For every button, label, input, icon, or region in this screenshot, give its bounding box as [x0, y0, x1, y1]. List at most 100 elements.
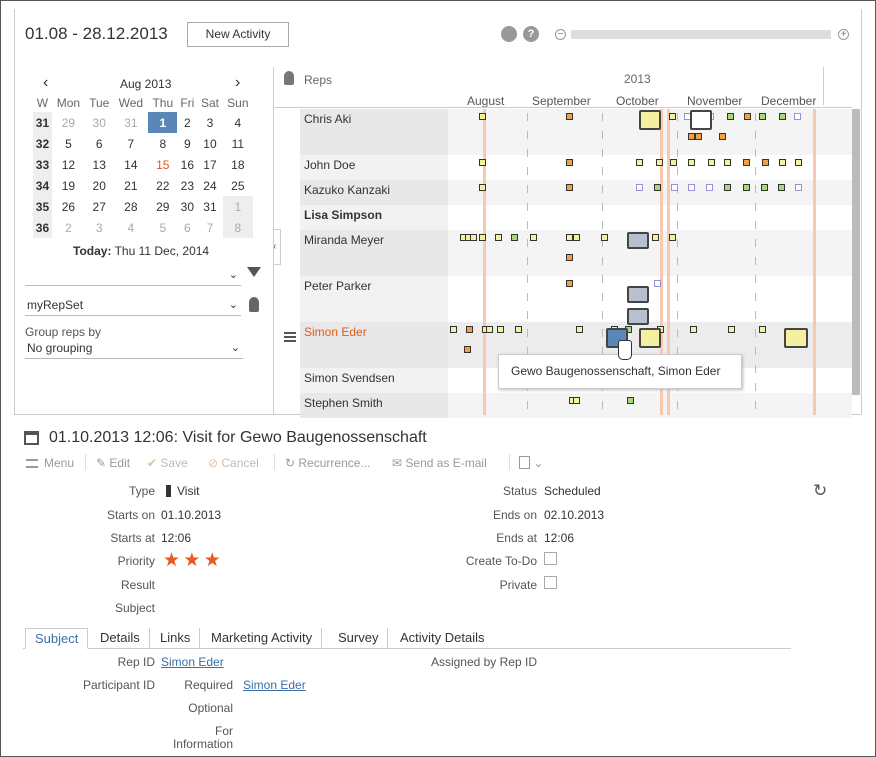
calendar-day[interactable]: 10	[197, 133, 222, 154]
activity-marker[interactable]	[778, 184, 785, 191]
calendar-day[interactable]: 16	[177, 154, 197, 175]
calendar-day[interactable]: 4	[223, 112, 253, 133]
repset-select[interactable]: myRepSet ⌄	[25, 295, 241, 316]
recurrence-button[interactable]: ↻ Recurrence...	[285, 456, 370, 470]
calendar-day[interactable]: 21	[114, 175, 149, 196]
activity-marker[interactable]	[573, 397, 580, 404]
calendar-day[interactable]: 30	[177, 196, 197, 217]
activity-block-icon[interactable]	[784, 328, 808, 348]
activity-block-icon[interactable]	[690, 110, 712, 130]
activity-marker[interactable]	[566, 113, 573, 120]
activity-marker[interactable]	[688, 159, 695, 166]
tab-subject[interactable]: Subject	[25, 628, 89, 649]
activity-marker[interactable]	[576, 326, 583, 333]
calendar-day[interactable]: 13	[85, 154, 114, 175]
calendar-day[interactable]: 6	[85, 133, 114, 154]
activity-marker[interactable]	[688, 184, 695, 191]
activity-marker[interactable]	[669, 234, 676, 241]
save-button[interactable]: ✔ Save	[147, 456, 188, 470]
activity-marker[interactable]	[759, 113, 766, 120]
calendar-day[interactable]: 5	[52, 133, 85, 154]
activity-marker[interactable]	[464, 346, 471, 353]
calendar-day[interactable]: 7	[197, 217, 222, 238]
filter-select[interactable]: ⌄	[25, 265, 241, 286]
activity-marker[interactable]	[779, 113, 786, 120]
calendar-day[interactable]: 8	[222, 217, 253, 238]
calendar-day[interactable]: 3	[197, 112, 222, 133]
activity-marker[interactable]	[654, 184, 661, 191]
activity-marker[interactable]	[795, 184, 802, 191]
activity-marker[interactable]	[636, 159, 643, 166]
calendar-day[interactable]: 22	[148, 175, 177, 196]
activity-marker[interactable]	[636, 184, 643, 191]
calendar-day[interactable]: 19	[52, 175, 85, 196]
activity-block-icon[interactable]	[627, 232, 649, 249]
calendar-day[interactable]: 15	[148, 154, 177, 175]
activity-marker[interactable]	[495, 234, 502, 241]
calendar-day[interactable]: 6	[177, 217, 197, 238]
activity-marker[interactable]	[515, 326, 522, 333]
activity-marker[interactable]	[744, 113, 751, 120]
zoom-in-icon[interactable]: +	[838, 29, 849, 40]
tab-links[interactable]: Links	[151, 628, 201, 649]
activity-marker[interactable]	[743, 159, 750, 166]
activity-marker[interactable]	[671, 184, 678, 191]
group-by-select[interactable]: No grouping ⌄	[25, 338, 243, 359]
activity-marker[interactable]	[795, 159, 802, 166]
activity-marker[interactable]	[450, 326, 457, 333]
activity-marker[interactable]	[479, 113, 486, 120]
activity-marker[interactable]	[706, 184, 713, 191]
send-email-button[interactable]: ✉ Send as E-mail	[392, 456, 487, 470]
settings-gear-icon[interactable]	[501, 26, 517, 42]
activity-marker[interactable]	[794, 113, 801, 120]
calendar-day[interactable]: 11	[223, 133, 253, 154]
activity-block-icon[interactable]	[639, 328, 661, 348]
next-month-button[interactable]: ›	[235, 74, 240, 92]
activity-marker[interactable]	[479, 159, 486, 166]
activity-marker[interactable]	[652, 234, 659, 241]
new-activity-button[interactable]: New Activity	[187, 22, 289, 47]
calendar-day[interactable]: 4	[114, 217, 149, 238]
activity-marker[interactable]	[724, 184, 731, 191]
activity-marker[interactable]	[669, 113, 676, 120]
calendar-day[interactable]: 3	[85, 217, 114, 238]
menu-button[interactable]: Menu	[26, 456, 74, 470]
calendar-day[interactable]: 1	[148, 112, 178, 133]
activity-marker[interactable]	[728, 326, 735, 333]
activity-marker[interactable]	[724, 159, 731, 166]
tab-survey[interactable]: Survey	[329, 628, 389, 649]
gantt-scrollbar[interactable]	[852, 109, 860, 395]
calendar-day[interactable]: 29	[52, 112, 85, 133]
activity-marker[interactable]	[690, 326, 697, 333]
activity-marker[interactable]	[573, 234, 580, 241]
activity-block-icon[interactable]	[627, 308, 649, 325]
activity-marker[interactable]	[688, 133, 695, 140]
calendar-day[interactable]: 2	[52, 217, 85, 238]
activity-marker[interactable]	[727, 113, 734, 120]
calendar-day[interactable]: 23	[177, 175, 197, 196]
zoom-slider[interactable]	[571, 30, 831, 39]
activity-marker[interactable]	[511, 234, 518, 241]
calendar-day[interactable]: 26	[52, 196, 85, 217]
calendar-day[interactable]: 27	[85, 196, 114, 217]
refresh-icon[interactable]: ↻	[813, 481, 827, 501]
activity-marker[interactable]	[566, 159, 573, 166]
help-icon[interactable]: ?	[523, 26, 539, 42]
tab-activity-details[interactable]: Activity Details	[391, 628, 494, 649]
activity-marker[interactable]	[479, 184, 486, 191]
cancel-button[interactable]: ⊘ Cancel	[208, 456, 259, 470]
calendar-day[interactable]: 14	[114, 154, 149, 175]
calendar-day[interactable]: 5	[148, 217, 177, 238]
activity-marker[interactable]	[470, 234, 477, 241]
activity-block-icon[interactable]	[639, 110, 661, 130]
activity-marker[interactable]	[695, 133, 702, 140]
star-icon[interactable]: ★	[163, 550, 180, 571]
activity-marker[interactable]	[656, 159, 663, 166]
prev-month-button[interactable]: ‹	[43, 74, 48, 92]
activity-marker[interactable]	[762, 159, 769, 166]
activity-marker[interactable]	[719, 133, 726, 140]
activity-marker[interactable]	[566, 184, 573, 191]
calendar-day[interactable]: 29	[148, 196, 177, 217]
calendar-day[interactable]: 7	[114, 133, 149, 154]
calendar-day[interactable]: 25	[223, 175, 253, 196]
